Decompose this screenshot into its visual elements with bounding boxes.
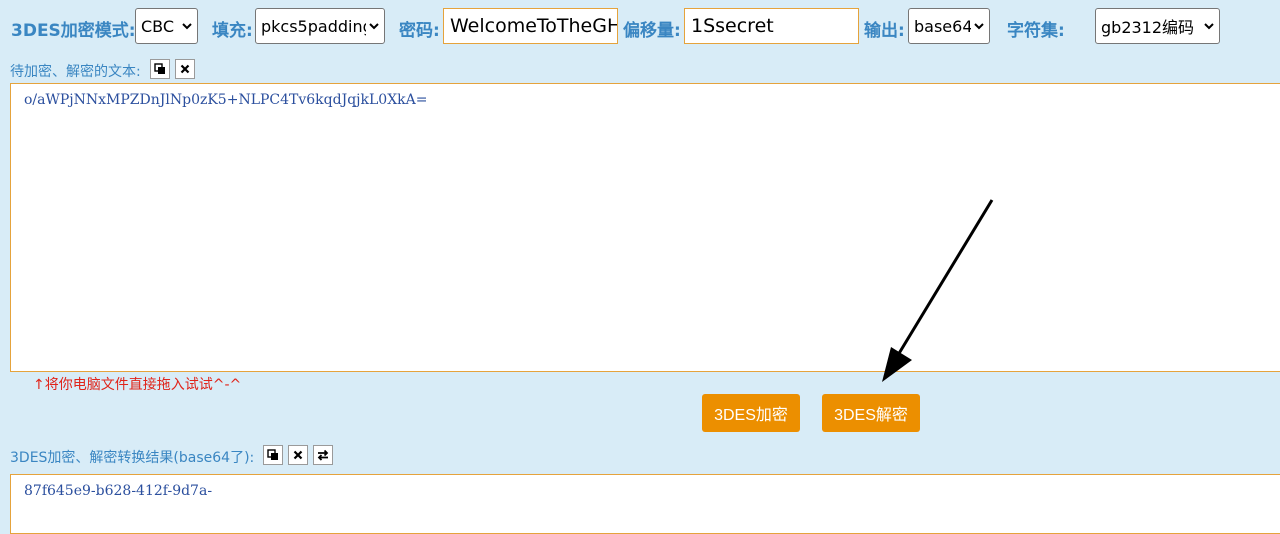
password-label: 密码: [399, 21, 440, 41]
chevron-down-icon [1204, 23, 1214, 30]
copy-icon [154, 63, 165, 74]
padding-label: 填充: [212, 21, 253, 41]
copy-result-button[interactable] [263, 445, 283, 465]
input-text-label: 待加密、解密的文本: [10, 64, 141, 80]
clear-result-button[interactable] [288, 445, 308, 465]
password-input[interactable]: WelcomeToTheGH [443, 8, 618, 44]
copy-input-button[interactable] [150, 59, 170, 79]
padding-select[interactable]: pkcs5padding [255, 8, 385, 44]
result-label: 3DES加密、解密转换结果(base64了): [10, 450, 255, 466]
swap-icon [317, 449, 329, 461]
output-label: 输出: [864, 21, 905, 41]
offset-input[interactable]: 1Ssecret [684, 8, 859, 44]
swap-button[interactable] [313, 445, 333, 465]
offset-label: 偏移量: [623, 21, 681, 41]
drag-file-hint: ↑将你电脑文件直接拖入试试^-^ [33, 377, 242, 393]
charset-label: 字符集: [1007, 21, 1065, 41]
result-textarea[interactable]: 87f645e9-b628-412f-9d7a- [10, 474, 1280, 534]
chevron-down-icon [974, 23, 984, 30]
copy-icon [267, 449, 278, 460]
encrypt-button[interactable]: 3DES加密 [702, 394, 800, 432]
output-select[interactable]: base64 [908, 8, 990, 44]
charset-select[interactable]: gb2312编码 [1095, 8, 1220, 44]
clear-input-button[interactable] [175, 59, 195, 79]
annotation-arrow [882, 199, 994, 382]
close-icon [180, 64, 190, 74]
settings-toolbar: 3DES加密模式: CBC 填充: pkcs5padding 密码: Welco… [0, 8, 1280, 46]
chevron-down-icon [369, 23, 379, 30]
input-textarea[interactable]: o/aWPjNNxMPZDnJlNp0zK5+NLPC4Tv6kqdJqjkL0… [10, 83, 1280, 372]
chevron-down-icon [182, 23, 192, 30]
mode-select[interactable]: CBC [135, 8, 198, 44]
close-icon [293, 450, 303, 460]
mode-label: 3DES加密模式: [11, 21, 136, 41]
decrypt-button[interactable]: 3DES解密 [822, 394, 920, 432]
